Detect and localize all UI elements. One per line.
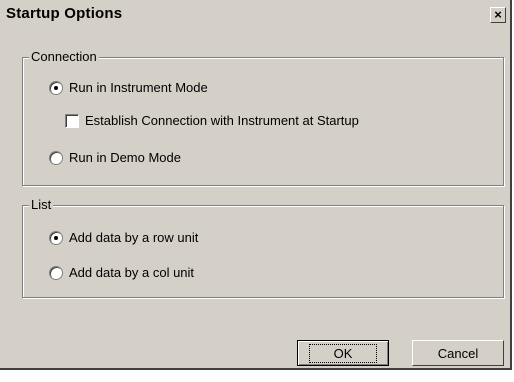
col-unit-label: Add data by a col unit bbox=[69, 265, 195, 280]
run-demo-option[interactable]: Run in Demo Mode bbox=[49, 150, 181, 165]
establish-connection-label: Establish Connection with Instrument at … bbox=[85, 113, 359, 128]
connection-legend: Connection bbox=[29, 49, 99, 64]
row-unit-option[interactable]: Add data by a row unit bbox=[49, 230, 198, 245]
close-icon[interactable]: × bbox=[490, 7, 506, 23]
run-instrument-radio[interactable] bbox=[49, 80, 63, 95]
list-group: List Add data by a row unit Add data by … bbox=[22, 197, 504, 298]
run-demo-radio[interactable] bbox=[49, 150, 63, 165]
list-legend: List bbox=[29, 197, 54, 212]
dialog-title: Startup Options bbox=[6, 5, 123, 22]
startup-options-dialog: Startup Options × Connection Run in Inst… bbox=[0, 0, 512, 370]
establish-connection-option[interactable]: Establish Connection with Instrument at … bbox=[65, 113, 359, 128]
run-instrument-option[interactable]: Run in Instrument Mode bbox=[49, 80, 208, 95]
establish-connection-checkbox[interactable] bbox=[65, 113, 79, 128]
row-unit-label: Add data by a row unit bbox=[69, 230, 199, 245]
row-unit-radio[interactable] bbox=[49, 230, 63, 245]
run-demo-label: Run in Demo Mode bbox=[69, 150, 181, 165]
connection-group: Connection Run in Instrument Mode Establ… bbox=[22, 49, 504, 186]
ok-button[interactable]: OK bbox=[297, 340, 389, 366]
cancel-label: Cancel bbox=[437, 345, 479, 361]
ok-label: OK bbox=[308, 343, 378, 363]
col-unit-option[interactable]: Add data by a col unit bbox=[49, 265, 194, 280]
title-bar[interactable]: Startup Options × bbox=[0, 0, 510, 28]
run-instrument-label: Run in Instrument Mode bbox=[69, 80, 208, 95]
col-unit-radio[interactable] bbox=[49, 265, 63, 280]
cancel-button[interactable]: Cancel bbox=[412, 340, 504, 366]
